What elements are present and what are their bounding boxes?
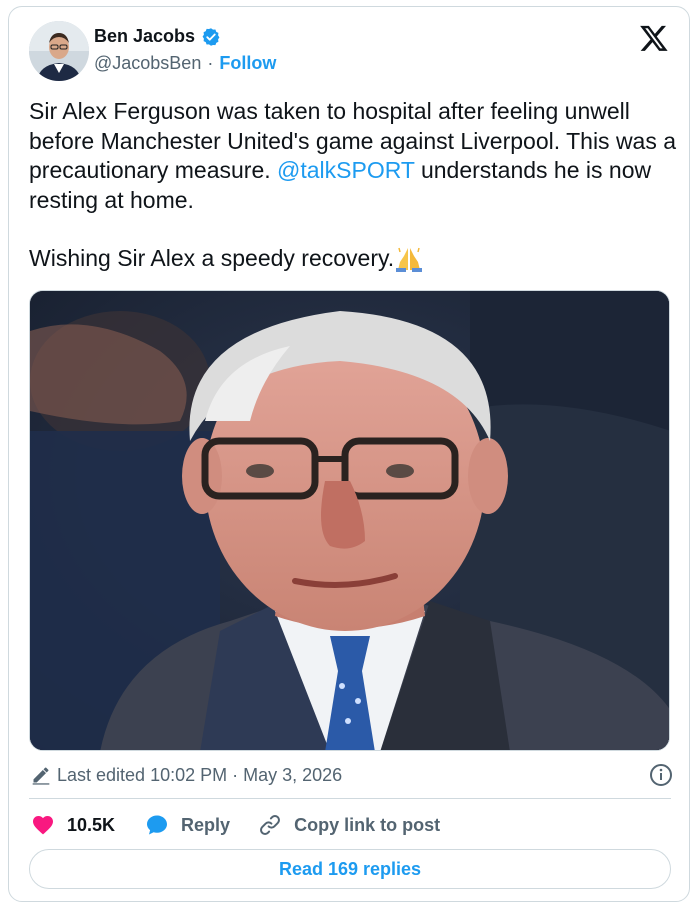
author-handle-row: @JacobsBen · Follow	[94, 53, 276, 74]
handle-separator: ·	[207, 53, 214, 73]
post-wish-text: Wishing Sir Alex a speedy recovery.	[29, 245, 395, 271]
copy-link-button[interactable]: Copy link to post	[258, 813, 440, 837]
mention-link[interactable]: @talkSPORT	[277, 157, 415, 183]
pencil-icon	[31, 765, 51, 785]
post-paragraph-1: Sir Alex Ferguson was taken to hospital …	[29, 97, 677, 215]
verified-badge-icon	[201, 27, 221, 47]
heart-icon	[31, 813, 55, 837]
like-count: 10.5K	[67, 814, 116, 835]
post-image[interactable]	[29, 290, 670, 751]
folded-hands-emoji	[394, 244, 424, 272]
edited-info[interactable]: Last edited 10:02 PM · May 3, 2026	[31, 765, 342, 786]
divider	[29, 798, 671, 799]
actions-bar: 10.5K Reply Copy link to post	[31, 813, 440, 837]
like-button[interactable]: 10.5K	[31, 813, 115, 837]
copy-link-label: Copy link to post	[294, 814, 441, 835]
post-paragraph-2: Wishing Sir Alex a speedy recovery.	[29, 244, 677, 274]
x-logo-icon[interactable]	[639, 23, 669, 53]
photo-man-with-glasses	[30, 291, 669, 750]
author-name-row: Ben Jacobs	[94, 26, 221, 47]
post-text: Sir Alex Ferguson was taken to hospital …	[29, 97, 677, 274]
post-meta-row: Last edited 10:02 PM · May 3, 2026	[31, 763, 673, 787]
follow-button[interactable]: Follow	[219, 53, 276, 74]
info-icon[interactable]	[649, 763, 673, 787]
avatar-image	[29, 21, 89, 81]
author-avatar[interactable]	[29, 21, 89, 81]
link-icon	[258, 813, 282, 837]
read-replies-button[interactable]: Read 169 replies	[29, 849, 671, 889]
edited-timestamp: Last edited 10:02 PM · May 3, 2026	[57, 764, 343, 785]
tweet-card: Ben Jacobs @JacobsBen · Follow Sir Alex …	[8, 6, 690, 902]
author-name[interactable]: Ben Jacobs	[94, 26, 195, 47]
author-handle[interactable]: @JacobsBen	[94, 53, 201, 74]
reply-button[interactable]: Reply	[145, 813, 230, 837]
reply-label: Reply	[181, 814, 231, 835]
reply-bubble-icon	[145, 813, 169, 837]
